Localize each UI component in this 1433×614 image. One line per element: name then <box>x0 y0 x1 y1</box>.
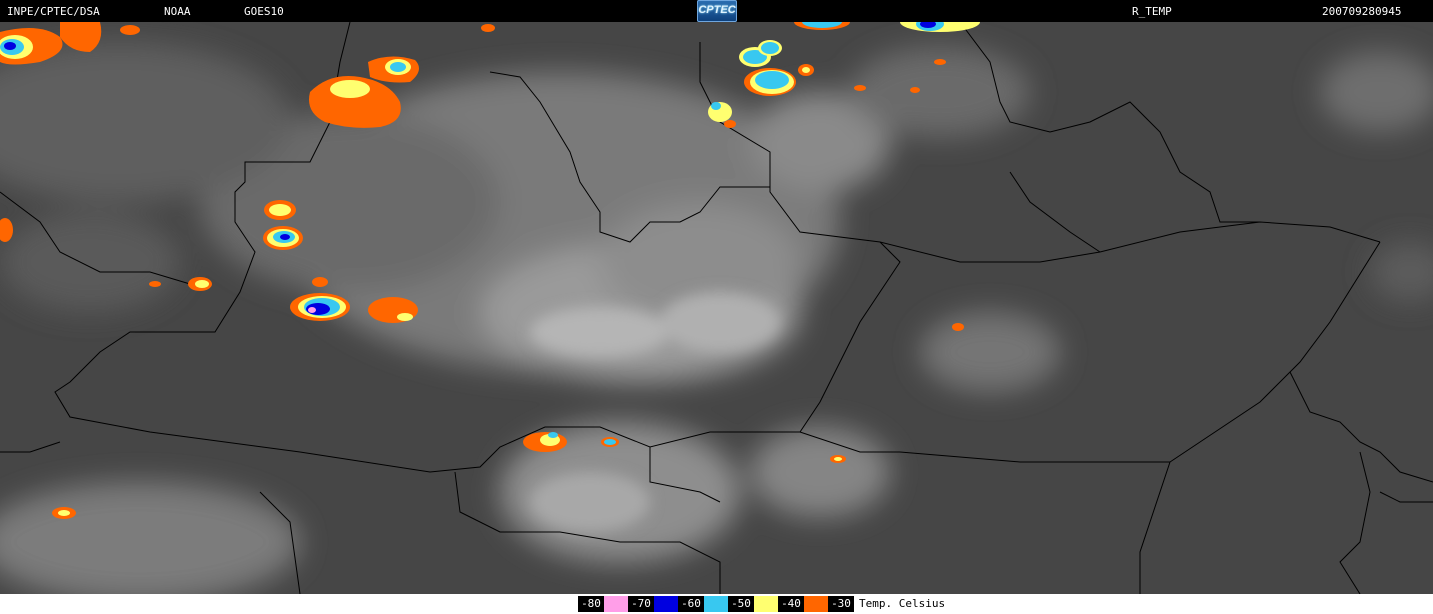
satellite-label: GOES10 <box>244 5 284 18</box>
legend-item: -30 <box>828 596 854 612</box>
cptec-logo-text: CPTEC <box>698 4 736 16</box>
agency-label: NOAA <box>164 5 191 18</box>
map-canvas <box>0 22 1433 594</box>
satellite-map[interactable] <box>0 22 1433 594</box>
header-bar: INPE/CPTEC/DSA NOAA GOES10 CPTEC R_TEMP … <box>0 0 1433 22</box>
legend-item: -60 <box>678 596 728 612</box>
legend-value: -50 <box>728 596 754 612</box>
cptec-logo: CPTEC <box>697 0 737 22</box>
legend-swatch <box>604 596 628 612</box>
legend-value: -60 <box>678 596 704 612</box>
legend-swatch <box>654 596 678 612</box>
legend-value: -40 <box>778 596 804 612</box>
source-label: INPE/CPTEC/DSA <box>7 5 100 18</box>
temperature-legend: -80 -70 -60 -50 -40 -30 Temp. Celsius <box>578 596 945 612</box>
legend-item: -70 <box>628 596 678 612</box>
product-label: R_TEMP <box>1132 5 1172 18</box>
legend-value: -80 <box>578 596 604 612</box>
legend-swatch <box>804 596 828 612</box>
legend-value: -30 <box>828 596 854 612</box>
timestamp-label: 200709280945 <box>1322 5 1402 18</box>
legend-value: -70 <box>628 596 654 612</box>
legend-swatch <box>754 596 778 612</box>
legend-item: -80 <box>578 596 628 612</box>
legend-item: -40 <box>778 596 828 612</box>
legend-item: -50 <box>728 596 778 612</box>
legend-swatch <box>704 596 728 612</box>
legend-unit: Temp. Celsius <box>859 597 946 610</box>
legend-bar: -80 -70 -60 -50 -40 -30 Temp. Celsius <box>0 594 1433 614</box>
